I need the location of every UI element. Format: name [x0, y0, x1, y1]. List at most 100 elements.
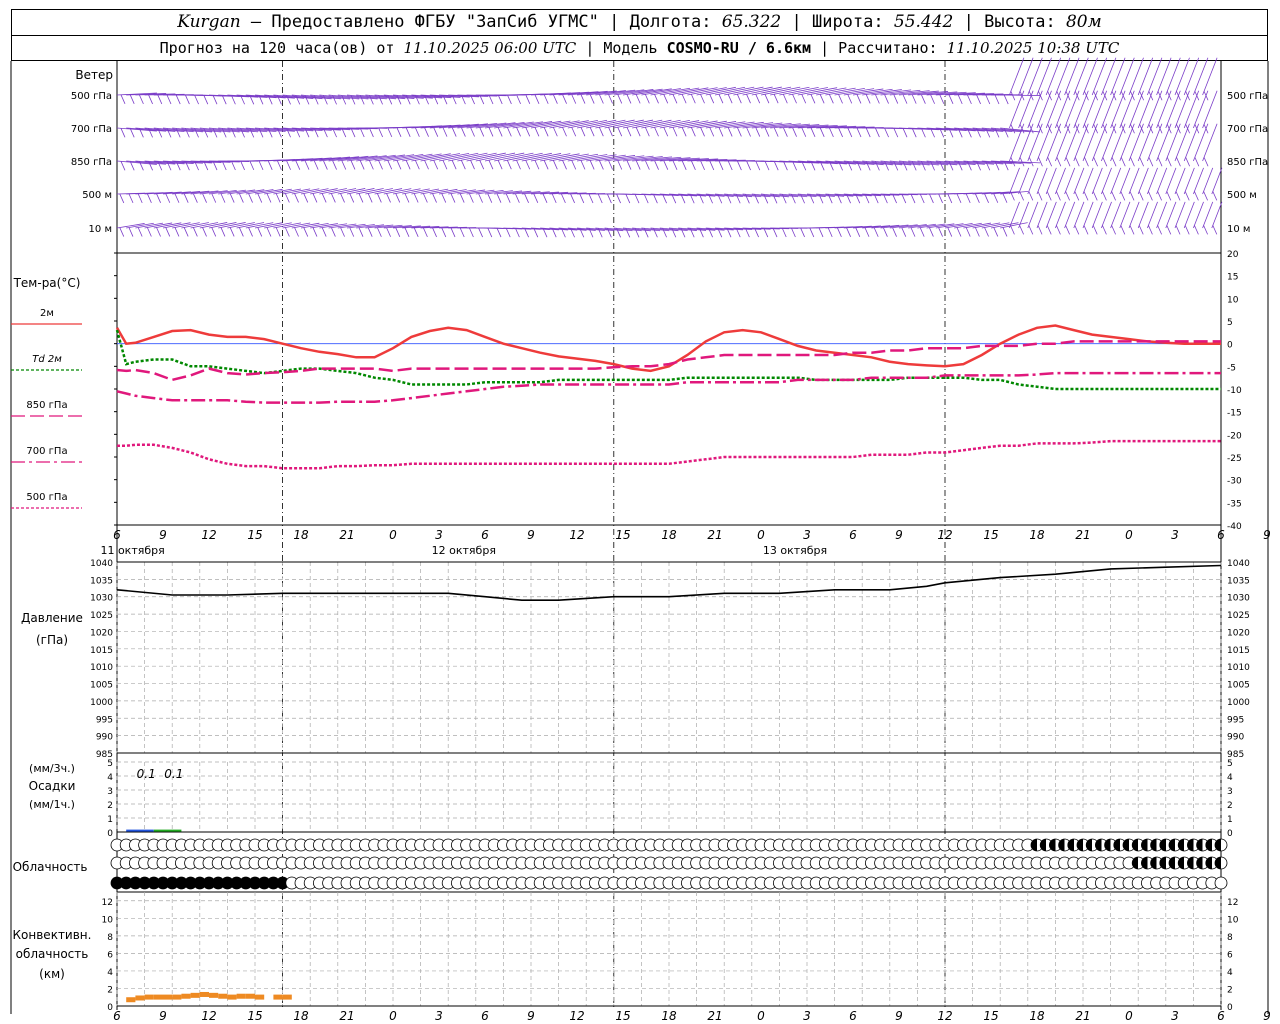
- wind-barb-feather: [855, 227, 861, 237]
- wind-barb-feather: [755, 94, 761, 104]
- wind-barb-feather: [202, 227, 207, 237]
- wind-barb-feather: [727, 160, 733, 171]
- temp-ytick-label: -25: [1227, 454, 1242, 464]
- time-axis-label: 6: [113, 528, 121, 542]
- wind-barb: [1036, 123, 1052, 162]
- wind-barb-feather: [515, 227, 520, 238]
- wind-barb-feather: [1130, 157, 1135, 167]
- wind-barb-feather: [588, 193, 594, 204]
- time-axis-label: 15: [615, 528, 630, 542]
- wind-barb-feather: [377, 227, 382, 237]
- wind-barb-feather: [864, 227, 870, 237]
- wind-barb-feather: [856, 127, 862, 138]
- wind-barb-feather: [792, 94, 797, 104]
- pressure-ytick-left: 1010: [90, 663, 113, 673]
- cloud-cover-circle: [1214, 838, 1228, 852]
- wind-barb: [1183, 201, 1195, 229]
- wind-barb-feather: [313, 160, 319, 170]
- wind-barb-feather: [496, 193, 502, 203]
- cloud-cover-circle: [1214, 876, 1228, 890]
- wind-barb-feather: [128, 227, 134, 237]
- wind-barb: [1128, 123, 1144, 162]
- wind-barb-feather: [340, 227, 345, 237]
- wind-barb-feather: [1184, 191, 1190, 201]
- time-axis-label-bottom: 0: [389, 1009, 397, 1023]
- wind-barb-feather: [240, 160, 245, 171]
- conv-cloud-bar: [255, 994, 265, 1000]
- wind-barb-feather: [764, 127, 770, 137]
- wind-barb: [1064, 90, 1080, 129]
- wind-barb: [1027, 90, 1043, 129]
- wind-barb-feather: [700, 94, 705, 104]
- wind-barb-feather: [921, 94, 926, 104]
- wind-barb-feather: [1148, 157, 1154, 167]
- wind-barb-feather: [838, 127, 843, 138]
- wind-barb-feather: [746, 127, 751, 137]
- wind-barb: [1165, 123, 1181, 162]
- wind-barb-feather: [1092, 191, 1098, 201]
- date-label: 13 октября: [763, 544, 827, 557]
- wind-barb-feather: [1002, 193, 1008, 203]
- wind-barb-feather: [1056, 191, 1061, 201]
- conv-cloud-bar: [227, 994, 237, 1000]
- wind-level-label-left: 850 гПа: [71, 157, 112, 168]
- time-axis-label: 9: [1263, 528, 1271, 542]
- wind-barb-feather: [562, 160, 567, 170]
- wind-barb-feather: [488, 160, 494, 170]
- wind-barb-feather: [543, 94, 549, 104]
- wind-barb-feather: [157, 94, 163, 105]
- wind-barb: [1193, 167, 1204, 195]
- wind-barb-feather: [323, 160, 328, 170]
- precip-ytick-right: 0: [1227, 829, 1233, 839]
- wind-barb-feather: [736, 127, 742, 137]
- wind-barb-feather: [497, 94, 503, 105]
- wind-barb-feather: [1194, 225, 1199, 235]
- wind-barb-feather: [929, 227, 934, 237]
- wind-barb-feather: [1203, 191, 1208, 201]
- wind-barb-feather: [415, 127, 420, 137]
- wind-barb-feather: [1003, 94, 1009, 105]
- wind-barb-feather: [884, 127, 889, 138]
- conv-unit: (км): [39, 967, 65, 981]
- wind-barb-feather: [1194, 191, 1199, 201]
- wind-barb-feather: [459, 193, 465, 203]
- wind-barb-feather: [1129, 225, 1135, 235]
- wind-barb-feather: [433, 127, 439, 137]
- temp-legend-label: 850 гПа: [26, 400, 67, 411]
- time-axis-label: 9: [527, 528, 535, 542]
- pressure-ytick-left: 1030: [90, 594, 113, 604]
- wind-barb-feather: [378, 160, 383, 170]
- pressure-ytick-left: 995: [96, 715, 113, 725]
- time-axis-label-bottom: 12: [937, 1009, 952, 1023]
- temp-legend-label: 2м: [40, 308, 54, 319]
- wind-barb-feather: [1157, 157, 1163, 167]
- wind-barb-feather: [515, 193, 520, 203]
- wind-barb-feather: [691, 160, 696, 170]
- wind-level-label-right: 500 гПа: [1227, 91, 1268, 102]
- wind-level-label-left: 10 м: [89, 224, 112, 235]
- wind-barb-feather: [257, 227, 263, 237]
- wind-barb-feather: [1038, 157, 1043, 167]
- wind-barb-feather: [773, 94, 779, 104]
- wind-barb-feather: [1047, 157, 1053, 167]
- wind-barb-feather: [432, 227, 437, 238]
- time-axis-label-bottom: 12: [201, 1009, 216, 1023]
- wind-barb-feather: [562, 127, 567, 137]
- wind-barb-feather: [653, 193, 658, 204]
- wind-barb: [1018, 57, 1034, 96]
- conv-cloud-bar: [126, 997, 136, 1003]
- wind-barb-feather: [561, 193, 566, 204]
- wind-barb-feather: [248, 227, 253, 237]
- wind-barb: [1137, 167, 1149, 195]
- precip-ytick-left: 2: [107, 801, 113, 811]
- wind-barb-feather: [672, 160, 678, 170]
- wind-barb-feather: [875, 94, 880, 104]
- conv-cloud-bar: [153, 994, 163, 1000]
- temp-ytick-label: -35: [1227, 499, 1242, 509]
- wind-barb: [1027, 167, 1039, 195]
- precip-ytick-right: 2: [1227, 801, 1233, 811]
- wind-barb-feather: [194, 94, 199, 105]
- wind-barb: [1027, 57, 1043, 96]
- wind-barb-feather: [810, 127, 816, 137]
- time-axis-label: 6: [481, 528, 489, 542]
